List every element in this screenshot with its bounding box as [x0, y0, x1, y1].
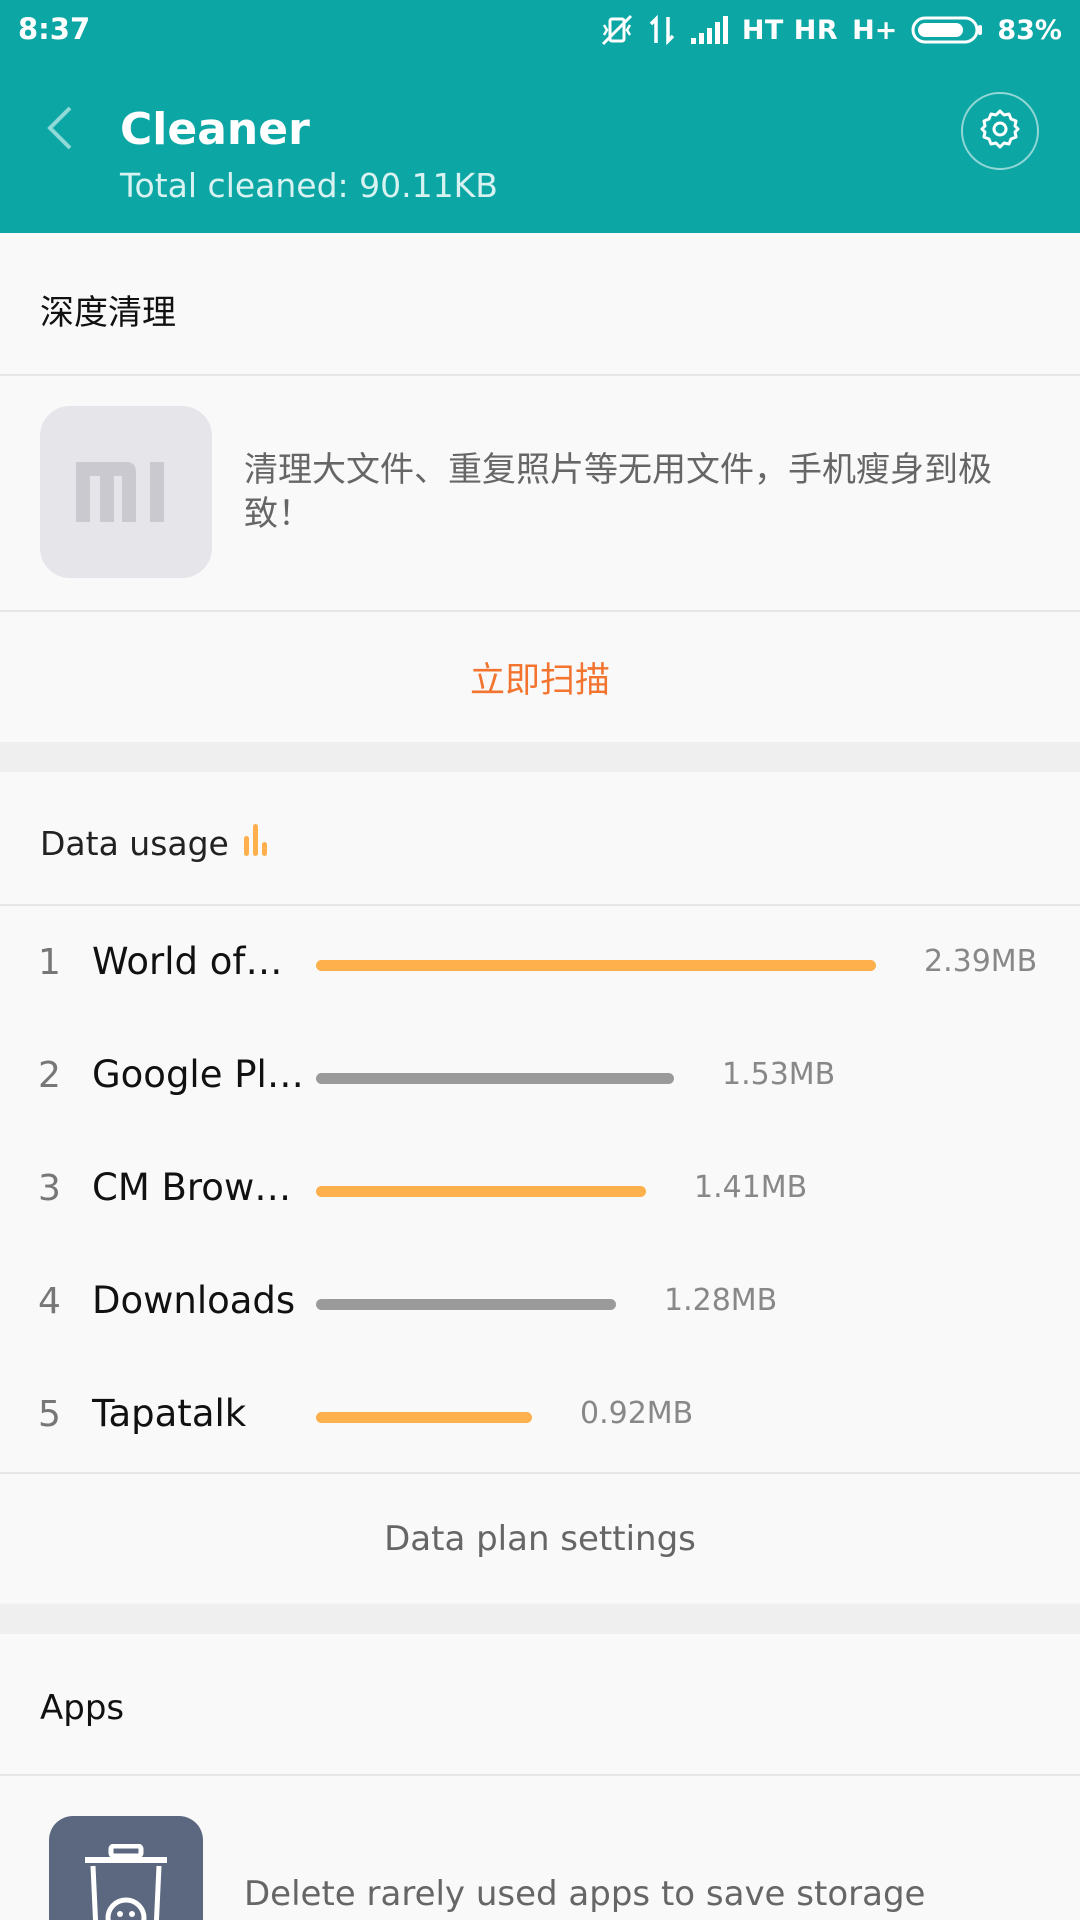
network-type: H+	[852, 14, 898, 46]
data-usage-row[interactable]: 5 Tapatalk 0.92MB	[0, 1376, 1080, 1456]
status-time: 8:37	[18, 12, 91, 46]
data-usage-row[interactable]: 3 CM Brow… 1.41MB	[0, 1150, 1080, 1230]
mi-logo-icon	[40, 406, 212, 578]
usage-app-name: Tapatalk	[92, 1392, 247, 1435]
divider	[0, 904, 1080, 906]
divider	[0, 1774, 1080, 1776]
section-gap	[0, 742, 1080, 772]
usage-value: 1.41MB	[694, 1170, 808, 1205]
bar-chart-icon	[243, 822, 269, 864]
deep-clean-description: 清理大文件、重复照片等无用文件，手机瘦身到极致！	[244, 450, 992, 534]
apps-title: Apps	[40, 1688, 125, 1728]
scan-now-button[interactable]: 立即扫描	[0, 612, 1080, 742]
data-usage-label: Data usage	[40, 823, 229, 863]
usage-bar	[316, 1186, 646, 1197]
data-transfer-icon	[648, 13, 676, 47]
usage-bar	[316, 960, 876, 971]
usage-app-name: Google Pl…	[92, 1053, 302, 1096]
usage-rank: 2	[38, 1055, 61, 1096]
status-icons: HT HR H+ 83%	[600, 12, 1062, 48]
signal-icon	[690, 16, 728, 44]
usage-rank: 4	[38, 1281, 61, 1322]
vibrate-off-icon	[600, 13, 634, 47]
usage-value: 2.39MB	[924, 944, 1038, 979]
app-uninstall-icon	[49, 1816, 203, 1920]
usage-value: 1.28MB	[664, 1283, 778, 1318]
battery-percent: 83%	[997, 14, 1062, 46]
status-bar: 8:37 HT HR H+ 83%	[0, 0, 1080, 60]
data-usage-title: Data usage	[40, 822, 269, 864]
page-title: Cleaner	[120, 104, 310, 155]
settings-button[interactable]	[961, 92, 1039, 170]
data-usage-row[interactable]: 4 Downloads 1.28MB	[0, 1263, 1080, 1343]
section-gap	[0, 1604, 1080, 1634]
back-button[interactable]	[44, 100, 84, 160]
usage-bar	[316, 1412, 532, 1423]
usage-app-name: Downloads	[92, 1279, 296, 1322]
usage-bar	[316, 1299, 616, 1310]
chevron-left-icon	[44, 105, 74, 155]
carrier-label: HT HR	[741, 14, 839, 46]
divider	[0, 374, 1080, 376]
data-plan-settings-button[interactable]: Data plan settings	[0, 1474, 1080, 1604]
deep-clean-title: 深度清理	[40, 293, 176, 333]
usage-bar	[316, 1073, 674, 1084]
data-usage-row[interactable]: 1 World of… 2.39MB	[0, 924, 1080, 1004]
data-usage-row[interactable]: 2 Google Pl… 1.53MB	[0, 1037, 1080, 1117]
usage-rank: 5	[38, 1394, 61, 1435]
app-header: 8:37 HT HR H+ 83% Cleaner Total cleaned:…	[0, 0, 1080, 233]
usage-app-name: World of…	[92, 940, 283, 983]
usage-value: 1.53MB	[722, 1057, 836, 1092]
usage-rank: 1	[38, 942, 61, 983]
total-cleaned: Total cleaned: 90.11KB	[120, 166, 498, 205]
usage-value: 0.92MB	[580, 1396, 694, 1431]
apps-description: Delete rarely used apps to save storage	[244, 1874, 926, 1914]
usage-rank: 3	[38, 1168, 61, 1209]
gear-icon	[978, 107, 1022, 155]
battery-icon	[911, 15, 983, 45]
usage-app-name: CM Brow…	[92, 1166, 292, 1209]
